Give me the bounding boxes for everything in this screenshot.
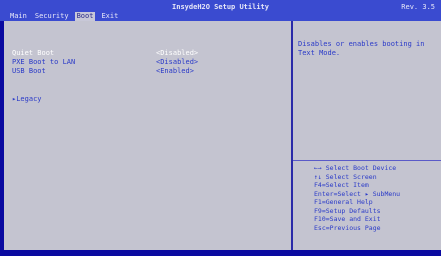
- key-help-line: ←→ Select Boot Device: [314, 164, 397, 172]
- quiet-boot-label: Quiet Boot: [12, 49, 55, 57]
- tab-boot[interactable]: Boot: [74, 12, 96, 21]
- pxe-boot-label: PXE Boot to LAN: [12, 58, 76, 66]
- pxe-boot-row[interactable]: PXE Boot to LAN <Disabled>: [12, 58, 262, 67]
- pxe-boot-value[interactable]: <Disabled>: [156, 58, 198, 67]
- usb-boot-value[interactable]: <Enabled>: [156, 67, 194, 76]
- setup-title: InsydeH2O Setup Utility: [172, 3, 269, 11]
- key-help-line: F1=General Help: [314, 198, 373, 206]
- quiet-boot-value[interactable]: <Disabled>: [156, 49, 198, 58]
- key-help-list: ←→ Select Boot Device ↑↓ Select Screen F…: [314, 164, 441, 232]
- help-text: Disables or enables booting in Text Mode…: [298, 40, 425, 57]
- bios-screen: InsydeH2O Setup Utility Rev. 3.5 Main Se…: [0, 0, 441, 256]
- usb-boot-label: USB Boot: [12, 67, 46, 75]
- key-help-line: F9=Setup Defaults: [314, 206, 381, 215]
- quiet-boot-row[interactable]: Quiet Boot <Disabled>: [12, 49, 262, 58]
- revision-label: Rev. 3.5: [401, 3, 435, 11]
- tab-security[interactable]: Security: [33, 12, 71, 21]
- key-help-line: F4=Select Item: [314, 181, 369, 189]
- help-separator: [293, 160, 441, 161]
- tab-main[interactable]: Main: [8, 12, 29, 21]
- key-help-line: Esc=Previous Page: [314, 223, 381, 232]
- legacy-submenu[interactable]: ▸Legacy: [12, 95, 42, 103]
- tab-bar: Main Security Boot Exit: [8, 12, 120, 21]
- top-bar: InsydeH2O Setup Utility Rev. 3.5 Main Se…: [0, 0, 441, 21]
- tab-exit[interactable]: Exit: [99, 12, 120, 21]
- usb-boot-row[interactable]: USB Boot <Enabled>: [12, 67, 262, 76]
- key-help-line: ↑↓ Select Screen: [314, 172, 377, 181]
- key-help-line: Enter=Select ▸ SubMenu: [314, 189, 401, 198]
- key-help-line: F10=Save and Exit: [314, 215, 381, 223]
